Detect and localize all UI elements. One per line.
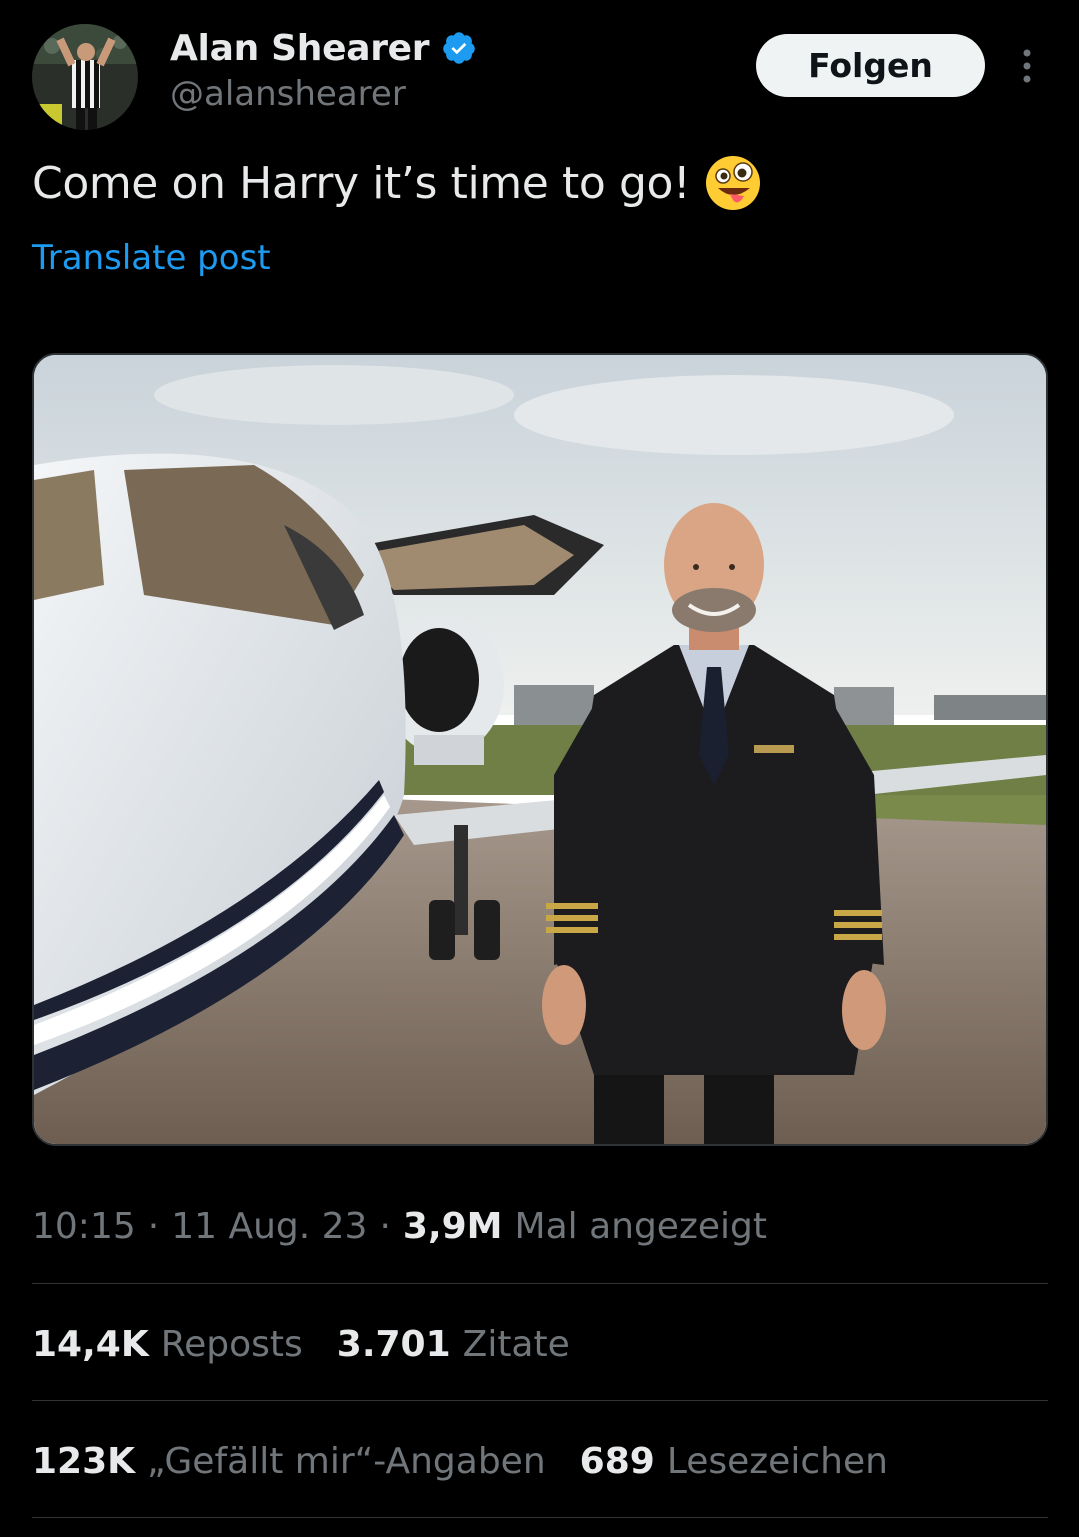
reposts-label: Reposts — [160, 1323, 303, 1365]
tweet-date[interactable]: 11 Aug. 23 — [171, 1206, 367, 1247]
avatar[interactable] — [32, 24, 138, 130]
meta-separator: · — [147, 1205, 160, 1247]
likes-count: 123K — [32, 1440, 136, 1482]
bookmarks-stat[interactable]: 689 Lesezeichen — [580, 1441, 888, 1482]
quotes-label: Zitate — [462, 1323, 570, 1365]
divider — [32, 1283, 1048, 1284]
author-handle[interactable]: @alanshearer — [170, 74, 406, 114]
verified-badge-icon — [443, 32, 475, 64]
stats-row-likes-bookmarks: 123K „Gefällt mir“-Angaben 689 Lesezeich… — [32, 1435, 888, 1487]
quotes-stat[interactable]: 3.701 Zitate — [337, 1324, 570, 1365]
more-options-icon[interactable] — [1012, 44, 1042, 88]
likes-label: „Gefällt mir“-Angaben — [147, 1440, 546, 1482]
divider — [32, 1517, 1048, 1518]
follow-button[interactable]: Folgen — [756, 34, 985, 97]
tweet-time[interactable]: 10:15 — [32, 1206, 136, 1247]
views-count: 3,9M — [402, 1205, 503, 1247]
tweet-meta-row: 10:15 · 11 Aug. 23 · 3,9M Mal angezeigt — [32, 1200, 767, 1252]
tweet-text-row: Come on Harry it’s time to go! — [32, 150, 762, 216]
stats-row-reposts-quotes: 14,4K Reposts 3.701 Zitate — [32, 1318, 570, 1370]
meta-separator: · — [379, 1205, 391, 1247]
views-label: Mal angezeigt — [514, 1205, 767, 1247]
author-name[interactable]: Alan Shearer — [170, 28, 430, 69]
tweet-text: Come on Harry it’s time to go! — [32, 157, 691, 209]
pilot-jet-photo — [34, 355, 1046, 1144]
reposts-count: 14,4K — [32, 1323, 149, 1365]
likes-stat[interactable]: 123K „Gefällt mir“-Angaben — [32, 1441, 546, 1482]
divider — [32, 1400, 1048, 1401]
reposts-stat[interactable]: 14,4K Reposts — [32, 1324, 303, 1365]
translate-post-link[interactable]: Translate post — [32, 238, 271, 278]
tweet-media-image[interactable] — [32, 353, 1048, 1146]
quotes-count: 3.701 — [336, 1323, 451, 1365]
bookmarks-label: Lesezeichen — [666, 1440, 888, 1482]
author-name-row[interactable]: Alan Shearer — [170, 26, 477, 70]
bookmarks-count: 689 — [579, 1440, 655, 1482]
zany-face-emoji-icon — [706, 156, 761, 210]
